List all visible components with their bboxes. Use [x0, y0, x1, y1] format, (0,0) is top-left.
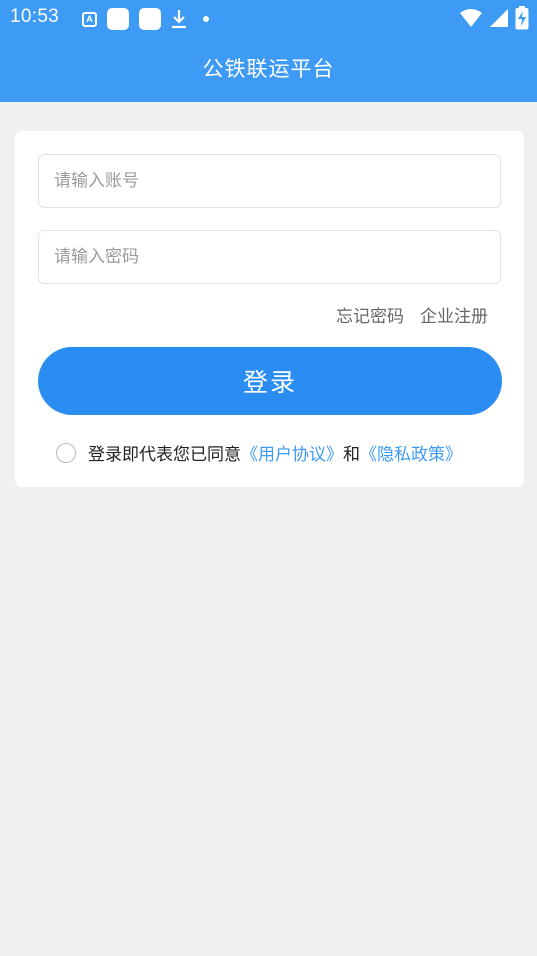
- account-field: [38, 154, 501, 208]
- wifi-icon: [460, 9, 482, 27]
- app-bar: 公铁联运平台: [0, 36, 537, 102]
- app-notification-icon: [139, 8, 161, 30]
- user-agreement-link[interactable]: 《用户协议》: [241, 440, 343, 465]
- status-bar: 10:53 A: [0, 0, 537, 36]
- cell-signal-icon: [490, 9, 508, 27]
- login-card: 忘记密码 企业注册 登录 登录即代表您已同意 《用户协议》 和 《隐私政策》: [15, 131, 524, 487]
- auth-links: 忘记密码 企业注册: [336, 302, 488, 327]
- account-input[interactable]: [39, 155, 500, 207]
- password-input[interactable]: [39, 231, 500, 283]
- status-time: 10:53: [10, 6, 60, 27]
- dot-icon: [203, 16, 209, 22]
- agreement-prefix: 登录即代表您已同意: [88, 445, 241, 465]
- status-system-icons: [459, 6, 529, 30]
- notification-a-icon: A: [82, 11, 97, 27]
- battery-charging-icon: [515, 6, 529, 30]
- agreement-row: 登录即代表您已同意 《用户协议》 和 《隐私政策》: [56, 440, 462, 465]
- agreement-and: 和: [343, 445, 360, 465]
- login-button[interactable]: 登录: [38, 347, 502, 415]
- download-icon: [172, 10, 186, 29]
- app-notification-icon: [107, 8, 129, 30]
- privacy-policy-link[interactable]: 《隐私政策》: [360, 440, 462, 465]
- forgot-password-link[interactable]: 忘记密码: [336, 302, 404, 327]
- password-field: [38, 230, 501, 284]
- page-title: 公铁联运平台: [202, 57, 335, 81]
- agreement-checkbox[interactable]: [56, 442, 76, 463]
- status-notifications: A: [82, 8, 209, 30]
- company-register-link[interactable]: 企业注册: [420, 302, 488, 327]
